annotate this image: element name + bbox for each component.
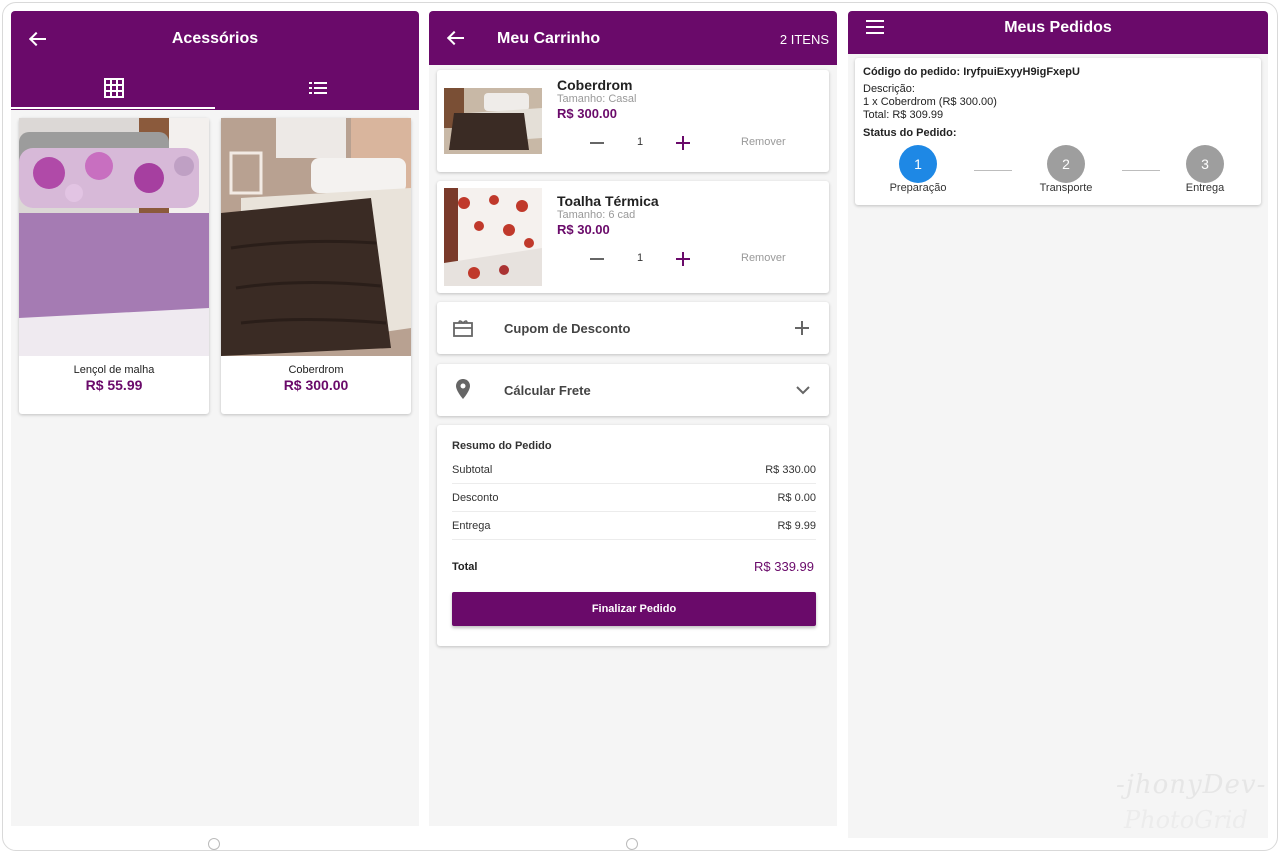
summary-row: Subtotal R$ 330.00 bbox=[452, 456, 816, 484]
order-card: Código do pedido: IryfpuiExyyH9igFxepU D… bbox=[855, 58, 1261, 205]
summary-row: Entrega R$ 9.99 bbox=[452, 512, 816, 540]
step-connector bbox=[974, 170, 1012, 171]
order-total: Total: R$ 309.99 bbox=[863, 109, 944, 121]
summary-row-value: R$ 0.00 bbox=[777, 492, 816, 504]
product-name: Coberdrom bbox=[288, 364, 344, 376]
step-connector bbox=[1122, 170, 1160, 171]
summary-row-label: Entrega bbox=[452, 520, 491, 532]
orders-screen: Meus Pedidos Código do pedido: IryfpuiEx… bbox=[848, 11, 1268, 838]
summary-row-value: R$ 9.99 bbox=[777, 520, 816, 532]
cart-item-size: Tamanho: Casal bbox=[557, 93, 637, 105]
increase-quantity-button[interactable] bbox=[676, 136, 690, 150]
remove-item-button[interactable]: Remover bbox=[741, 136, 786, 148]
orders-app-bar: Meus Pedidos bbox=[848, 11, 1268, 54]
coupon-label: Cupom de Desconto bbox=[504, 321, 631, 336]
cart-item: Toalha Térmica Tamanho: 6 cad R$ 30.00 1… bbox=[437, 181, 829, 293]
cart-item-image bbox=[444, 188, 542, 286]
watermark-logo: PhotoGrid bbox=[1124, 806, 1248, 834]
cart-item-size: Tamanho: 6 cad bbox=[557, 209, 636, 221]
location-pin-icon bbox=[456, 379, 470, 399]
cart-item-price: R$ 300.00 bbox=[557, 106, 617, 121]
increase-quantity-button[interactable] bbox=[676, 252, 690, 266]
watermark-text: -jhonyDev- bbox=[1116, 770, 1267, 800]
page-title: Meu Carrinho bbox=[497, 30, 601, 47]
summary-row-label: Subtotal bbox=[452, 464, 493, 476]
status-label: Status do Pedido: bbox=[863, 127, 957, 139]
cart-item-price: R$ 30.00 bbox=[557, 222, 610, 237]
quantity-value: 1 bbox=[637, 252, 644, 264]
add-icon[interactable] bbox=[795, 321, 809, 335]
active-tab-indicator bbox=[11, 107, 215, 109]
home-indicator-icon bbox=[626, 838, 638, 850]
total-value: R$ 339.99 bbox=[754, 559, 814, 574]
cart-item-image bbox=[444, 88, 542, 154]
cart-item-name: Toalha Térmica bbox=[557, 193, 659, 209]
finalize-order-button[interactable]: Finalizar Pedido bbox=[452, 592, 816, 626]
page-title: Meus Pedidos bbox=[1004, 19, 1112, 36]
summary-row-value: R$ 330.00 bbox=[765, 464, 816, 476]
summary-title: Resumo do Pedido bbox=[452, 440, 552, 452]
cart-item: Coberdrom Tamanho: Casal R$ 300.00 1 Rem… bbox=[437, 70, 829, 172]
product-image bbox=[221, 118, 411, 356]
product-card[interactable]: Lençol de malha R$ 55.99 bbox=[19, 118, 209, 414]
gift-card-icon bbox=[453, 320, 473, 337]
quantity-value: 1 bbox=[637, 136, 644, 148]
remove-item-button[interactable]: Remover bbox=[741, 252, 786, 264]
order-description: 1 x Coberdrom (R$ 300.00) bbox=[863, 96, 997, 108]
shipping-row[interactable]: Cálcular Frete bbox=[437, 364, 829, 416]
product-price: R$ 300.00 bbox=[283, 377, 349, 393]
page-title: Acessórios bbox=[171, 30, 259, 47]
coupon-row[interactable]: Cupom de Desconto bbox=[437, 302, 829, 354]
order-summary-card: Resumo do Pedido Subtotal R$ 330.00 Desc… bbox=[437, 425, 829, 646]
home-indicator-icon bbox=[208, 838, 220, 850]
grid-icon[interactable] bbox=[103, 77, 125, 99]
decrease-quantity-button[interactable] bbox=[590, 258, 604, 260]
cart-screen: Meu Carrinho 2 ITENS Coberdrom Tamanho: … bbox=[429, 11, 837, 826]
status-step-3: 3 bbox=[1186, 145, 1224, 183]
total-label: Total bbox=[452, 561, 478, 573]
chevron-down-icon[interactable] bbox=[796, 385, 810, 395]
cart-item-name: Coberdrom bbox=[557, 77, 633, 93]
product-price: R$ 55.99 bbox=[85, 377, 143, 393]
cart-app-bar: Meu Carrinho 2 ITENS bbox=[429, 11, 837, 65]
status-step-label: Preparação bbox=[889, 182, 947, 194]
description-label: Descrição: bbox=[863, 83, 915, 95]
status-step-2: 2 bbox=[1047, 145, 1085, 183]
cart-item-count: 2 ITENS bbox=[779, 32, 829, 47]
product-image bbox=[19, 118, 209, 356]
status-step-label: Entrega bbox=[1185, 182, 1225, 194]
shipping-label: Cálcular Frete bbox=[504, 383, 591, 398]
product-card[interactable]: Coberdrom R$ 300.00 bbox=[221, 118, 411, 414]
summary-row-label: Desconto bbox=[452, 492, 499, 504]
list-icon[interactable] bbox=[307, 77, 329, 99]
order-code: Código do pedido: IryfpuiExyyH9igFxepU bbox=[863, 66, 1080, 78]
decrease-quantity-button[interactable] bbox=[590, 142, 604, 144]
back-arrow-icon[interactable] bbox=[447, 30, 465, 46]
status-step-1: 1 bbox=[899, 145, 937, 183]
status-step-label: Transporte bbox=[1039, 182, 1093, 194]
summary-row: Desconto R$ 0.00 bbox=[452, 484, 816, 512]
accessories-app-bar: Acessórios bbox=[11, 11, 419, 110]
product-name: Lençol de malha bbox=[73, 364, 155, 376]
accessories-screen: Acessórios Lençol de malha R$ 55.99 Cobe… bbox=[11, 11, 419, 826]
